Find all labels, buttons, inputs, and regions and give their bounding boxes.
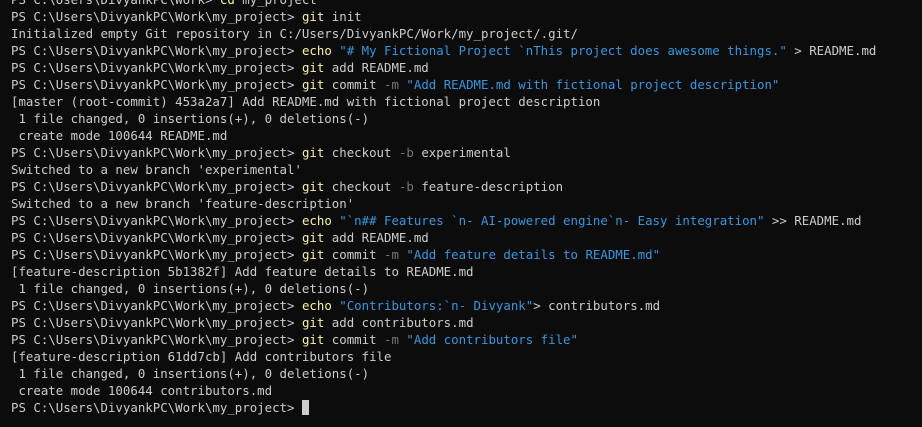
string-argument: "`n## Features `n- AI-powered engine`n- … [339,213,765,228]
terminal-line: Initialized empty Git repository in C:/U… [11,25,876,42]
terminal-output: PS C:\Users\DivyankPC\Work> cd my_projec… [11,0,876,416]
output-text: [master (root-commit) 453a2a7] Add READM… [11,94,601,109]
terminal-line: [feature-description 61dd7cb] Add contri… [11,348,876,365]
command-argument: commit [324,247,385,262]
terminal-line: [feature-description 5b1382f] Add featur… [11,263,876,280]
command-parameter: -b [398,179,414,194]
command-argument: experimental [413,145,511,160]
command-name: git [301,230,325,245]
prompt-text: PS C:\Users\DivyankPC\Work\my_project> [11,298,302,313]
command-argument: commit [324,77,385,92]
output-text: [feature-description 5b1382f] Add featur… [11,264,474,279]
command-parameter: -b [398,145,414,160]
output-text: create mode 100644 README.md [11,128,228,143]
command-name: git [301,315,325,330]
command-name: git [301,332,325,347]
command-argument: init [324,9,362,24]
string-argument: "Contributors:`n- Divyank" [339,298,534,313]
command-argument: add contributors.md [324,315,474,330]
prompt-text: PS C:\Users\DivyankPC\Work\my_project> [11,332,302,347]
command-argument: commit [324,332,385,347]
prompt-text: PS C:\Users\DivyankPC\Work\my_project> [11,179,302,194]
command-argument: checkout [324,179,399,194]
command-argument: >> README.md [764,213,862,228]
command-argument: > contributors.md [533,298,661,313]
command-name: cd [220,0,235,7]
terminal-line: Switched to a new branch 'experimental' [11,161,876,178]
terminal-line: [master (root-commit) 453a2a7] Add READM… [11,93,876,110]
prompt-text: PS C:\Users\DivyankPC\Work\my_project> [11,43,302,58]
command-name: echo [301,43,332,58]
command-name: echo [301,298,332,313]
prompt-text: PS C:\Users\DivyankPC\Work> [11,0,220,7]
terminal-window[interactable]: PS C:\Users\DivyankPC\Work> cd my_projec… [0,0,922,427]
terminal-line: 1 file changed, 0 insertions(+), 0 delet… [11,110,876,127]
prompt-text: PS C:\Users\DivyankPC\Work\my_project> [11,400,302,415]
command-parameter: -m [384,247,399,262]
string-argument: "Add README.md with fictional project de… [406,77,780,92]
prompt-text: PS C:\Users\DivyankPC\Work\my_project> [11,145,302,160]
output-text: Switched to a new branch 'experimental' [11,162,302,177]
terminal-line: 1 file changed, 0 insertions(+), 0 delet… [11,365,876,382]
output-text: create mode 100644 contributors.md [11,383,273,398]
terminal-line: create mode 100644 contributors.md [11,382,876,399]
command-argument: > README.md [786,43,877,58]
output-text: [feature-description 61dd7cb] Add contri… [11,349,392,364]
terminal-line: 1 file changed, 0 insertions(+), 0 delet… [11,280,876,297]
prompt-text: PS C:\Users\DivyankPC\Work\my_project> [11,247,302,262]
terminal-line: PS C:\Users\DivyankPC\Work\my_project> e… [11,212,876,229]
command-name: git [301,179,325,194]
terminal-line: PS C:\Users\DivyankPC\Work\my_project> g… [11,8,876,25]
output-text: Switched to a new branch 'feature-descri… [11,196,355,211]
terminal-line: PS C:\Users\DivyankPC\Work\my_project> g… [11,178,876,195]
terminal-line: PS C:\Users\DivyankPC\Work> cd my_projec… [11,0,876,8]
output-text: 1 file changed, 0 insertions(+), 0 delet… [11,366,370,381]
terminal-line: PS C:\Users\DivyankPC\Work\my_project> [11,399,876,416]
command-parameter: -m [384,332,399,347]
terminal-line: PS C:\Users\DivyankPC\Work\my_project> g… [11,59,876,76]
command-name: git [301,9,325,24]
command-argument: add README.md [324,230,429,245]
prompt-text: PS C:\Users\DivyankPC\Work\my_project> [11,60,302,75]
command-name: echo [301,213,332,228]
terminal-line: PS C:\Users\DivyankPC\Work\my_project> g… [11,246,876,263]
terminal-line: PS C:\Users\DivyankPC\Work\my_project> e… [11,297,876,314]
string-argument: "Add contributors file" [406,332,578,347]
command-name: git [301,77,325,92]
terminal-line: create mode 100644 README.md [11,127,876,144]
command-name: git [301,145,325,160]
prompt-text: PS C:\Users\DivyankPC\Work\my_project> [11,315,302,330]
terminal-line: PS C:\Users\DivyankPC\Work\my_project> g… [11,76,876,93]
terminal-line: PS C:\Users\DivyankPC\Work\my_project> g… [11,331,876,348]
command-argument: add README.md [324,60,429,75]
command-name: git [301,247,325,262]
command-parameter: -m [384,77,399,92]
terminal-line: PS C:\Users\DivyankPC\Work\my_project> e… [11,42,876,59]
string-argument: "Add feature details to README.md" [406,247,661,262]
command-argument: feature-description [413,179,564,194]
prompt-text: PS C:\Users\DivyankPC\Work\my_project> [11,213,302,228]
command-name: git [301,60,325,75]
text-cursor[interactable] [301,400,309,415]
command-argument: checkout [324,145,399,160]
terminal-line: PS C:\Users\DivyankPC\Work\my_project> g… [11,229,876,246]
prompt-text: PS C:\Users\DivyankPC\Work\my_project> [11,9,302,24]
string-argument: "# My Fictional Project `nThis project d… [339,43,787,58]
command-argument: my_project [235,0,317,7]
output-text: 1 file changed, 0 insertions(+), 0 delet… [11,111,370,126]
terminal-line: Switched to a new branch 'feature-descri… [11,195,876,212]
output-text: 1 file changed, 0 insertions(+), 0 delet… [11,281,370,296]
output-text: Initialized empty Git repository in C:/U… [11,26,578,41]
prompt-text: PS C:\Users\DivyankPC\Work\my_project> [11,230,302,245]
prompt-text: PS C:\Users\DivyankPC\Work\my_project> [11,77,302,92]
terminal-line: PS C:\Users\DivyankPC\Work\my_project> g… [11,314,876,331]
terminal-line: PS C:\Users\DivyankPC\Work\my_project> g… [11,144,876,161]
